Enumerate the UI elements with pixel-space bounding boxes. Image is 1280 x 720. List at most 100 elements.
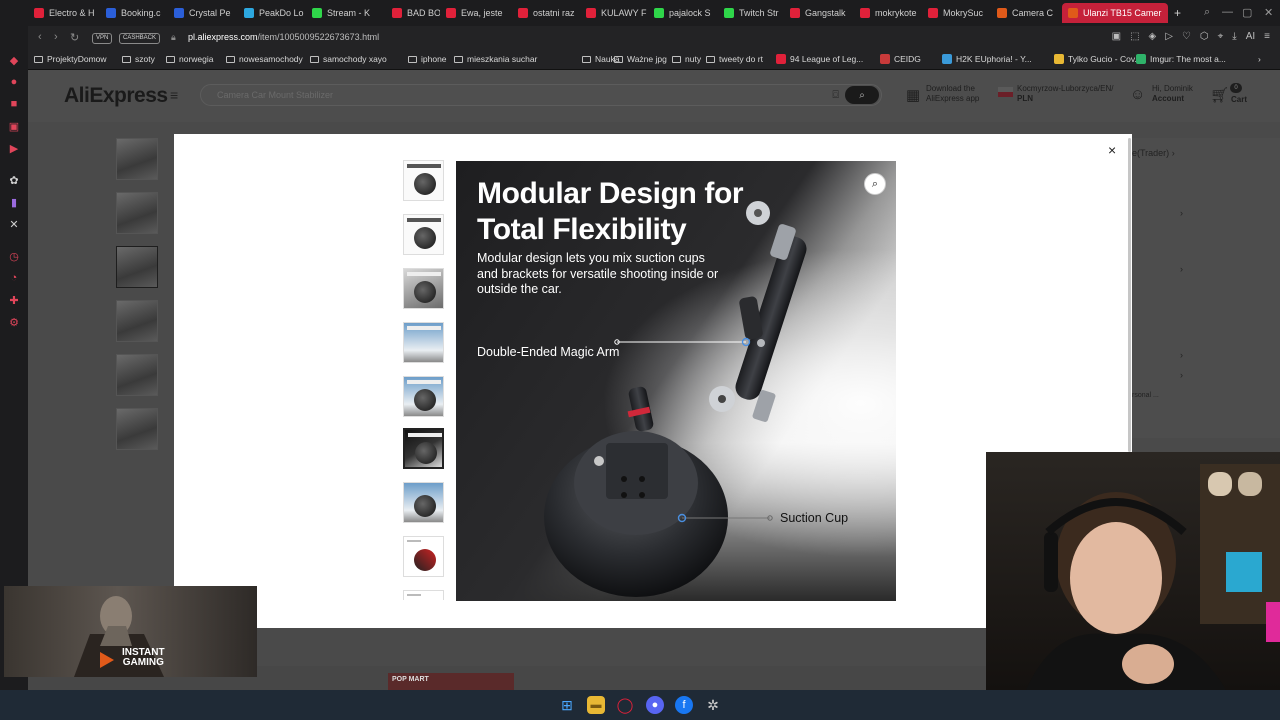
close-window-icon[interactable]: ✕ xyxy=(1264,6,1273,19)
bookmark-item[interactable]: Tylko Gucio - Cov... xyxy=(1054,54,1142,64)
bookmark-item[interactable]: tweety do rt xyxy=(706,54,763,64)
bookmark-item[interactable]: samochody xayo xyxy=(310,54,387,64)
gallery-thumb[interactable] xyxy=(116,354,158,396)
twitch-icon[interactable]: ▮ xyxy=(6,194,22,210)
categories-menu-icon[interactable]: ≡ xyxy=(170,87,178,103)
search-input[interactable]: Camera Car Mount Stabilizer ⌼ ⌕ xyxy=(200,84,882,106)
gallery-thumb[interactable] xyxy=(116,192,158,234)
screenshot-icon[interactable]: ⬚ xyxy=(1130,31,1139,42)
clock-icon[interactable]: ◔ xyxy=(6,270,22,286)
extensions-icon[interactable]: ✚ xyxy=(6,292,22,308)
chatgpt-icon[interactable]: ✿ xyxy=(6,172,22,188)
bookmarks-more-icon[interactable]: › xyxy=(1258,54,1261,64)
shield-icon[interactable]: ◈ xyxy=(1149,31,1157,42)
modal-thumb[interactable] xyxy=(403,322,444,363)
chevron-right-icon[interactable]: › xyxy=(1180,350,1183,360)
menu-icon[interactable]: ≡ xyxy=(1264,31,1270,42)
modal-thumb[interactable] xyxy=(403,268,444,309)
pin-icon[interactable]: ⌖ xyxy=(1218,31,1224,42)
url-field[interactable]: pl.aliexpress.com/item/1005009522673673.… xyxy=(188,32,379,42)
minimize-icon[interactable]: — xyxy=(1222,6,1233,18)
store-link[interactable]: e(Trader) › xyxy=(1132,148,1175,158)
modal-thumb[interactable] xyxy=(403,214,444,255)
cashback-badge[interactable]: CASHBACK xyxy=(119,33,161,44)
heart-icon[interactable]: ♡ xyxy=(1182,31,1191,42)
bookmark-item[interactable]: nuty xyxy=(672,54,701,64)
download-icon[interactable]: ⤓ xyxy=(1232,31,1236,42)
forward-icon[interactable]: › xyxy=(54,31,58,43)
tab[interactable]: Ewa, jeste xyxy=(440,3,512,23)
messenger-taskbar-icon[interactable]: f xyxy=(675,696,693,714)
product-main-image[interactable]: Modular Design for Total Flexibility Mod… xyxy=(456,161,896,601)
bookmark-item[interactable]: iphone xyxy=(408,54,447,64)
download-app-link[interactable]: Download the AliExpress app xyxy=(926,84,979,104)
gallery-thumb[interactable] xyxy=(116,300,158,342)
cart-icon[interactable]: 🛒︎ xyxy=(1210,86,1229,104)
ai-icon[interactable]: AI xyxy=(1246,31,1255,42)
tab[interactable]: pajalock S xyxy=(648,3,718,23)
tab[interactable]: PeakDo Lo xyxy=(238,3,306,23)
capture-icon[interactable]: ▣ xyxy=(1112,31,1121,42)
x-icon[interactable]: ✕ xyxy=(6,216,22,232)
windows-start-icon[interactable]: ⊞ xyxy=(558,696,576,714)
bookmark-item[interactable]: nowesamochody xyxy=(226,54,303,64)
gallery-thumb[interactable] xyxy=(116,246,158,288)
play-icon[interactable]: ▷ xyxy=(1165,31,1173,42)
bookmark-item[interactable]: 94 League of Leg... xyxy=(776,54,863,64)
bookmark-item[interactable]: H2K EUphoria! - Y... xyxy=(942,54,1032,64)
cart-text[interactable]: Cart xyxy=(1231,95,1247,105)
chevron-right-icon[interactable]: › xyxy=(1180,208,1183,218)
bookmark-item[interactable]: Ważne jpg xyxy=(614,54,667,64)
tab[interactable]: Twitch Str xyxy=(718,3,784,23)
modal-thumb[interactable] xyxy=(403,590,444,600)
tab[interactable]: Electro & H xyxy=(28,3,100,23)
tab[interactable]: MokrySuc xyxy=(922,3,991,23)
bookmark-item[interactable]: szoty xyxy=(122,54,155,64)
search-button[interactable]: ⌕ xyxy=(845,86,879,104)
back-icon[interactable]: ‹ xyxy=(38,31,42,43)
popmart-banner[interactable]: POP MART xyxy=(388,673,514,690)
zoom-icon[interactable]: ⌕ xyxy=(864,173,886,195)
user-icon[interactable]: ☺ xyxy=(1130,86,1145,103)
gallery-thumb[interactable] xyxy=(116,138,158,180)
discord-icon[interactable]: ● xyxy=(646,696,664,714)
tab[interactable]: ostatni raz xyxy=(512,3,580,23)
tab[interactable]: KULAWY F xyxy=(580,3,648,23)
tab[interactable]: Gangstalk xyxy=(784,3,854,23)
chrome-icon[interactable]: ✲ xyxy=(704,696,722,714)
bookmark-item[interactable]: Imgur: The most a... xyxy=(1136,54,1226,64)
file-explorer-icon[interactable]: ▬ xyxy=(587,696,605,714)
tab[interactable]: BAD BOY xyxy=(386,3,440,23)
tab[interactable]: Camera C xyxy=(991,3,1062,23)
qr-app-icon[interactable]: ▦ xyxy=(906,86,920,104)
image-search-icon[interactable]: ⌼ xyxy=(832,89,839,102)
modal-thumb[interactable] xyxy=(403,376,444,417)
tab[interactable]: Stream - K xyxy=(306,3,386,23)
account-link[interactable]: Hi, Dominik Account xyxy=(1152,84,1193,104)
maximize-icon[interactable]: ▢ xyxy=(1242,6,1252,19)
lock-icon[interactable]: 🔒︎ xyxy=(171,32,176,43)
modal-thumb[interactable] xyxy=(403,482,444,523)
chevron-right-icon[interactable]: › xyxy=(1180,370,1183,380)
bookmark-item[interactable]: CEIDG xyxy=(880,54,921,64)
ship-to-selector[interactable]: Kocmyrzow-Luborzyca/EN/ PLN xyxy=(1017,84,1113,104)
new-tab-button[interactable]: + xyxy=(1168,3,1187,23)
tab[interactable]: Booking.c xyxy=(100,3,168,23)
bookmark-item[interactable]: mieszkania suchar xyxy=(454,54,537,64)
bookmark-item[interactable]: norwegia xyxy=(166,54,214,64)
tab[interactable]: Crystal Pe xyxy=(168,3,238,23)
messenger-icon[interactable]: ● xyxy=(6,74,22,90)
modal-thumb[interactable] xyxy=(403,536,444,577)
vpn-badge[interactable]: VPN xyxy=(92,33,113,44)
modal-scrollbar[interactable] xyxy=(1128,138,1131,452)
close-icon[interactable]: × xyxy=(1108,142,1116,158)
chevron-right-icon[interactable]: › xyxy=(1180,264,1183,274)
modal-thumb[interactable] xyxy=(403,160,444,201)
bookmarks-icon[interactable]: ■ xyxy=(6,96,22,112)
bookmark-item[interactable]: ProjektyDomow xyxy=(34,54,107,64)
news-icon[interactable]: ▣ xyxy=(6,118,22,134)
opera-icon[interactable]: ◯ xyxy=(616,696,634,714)
history-icon[interactable]: ◷ xyxy=(6,248,22,264)
aria-icon[interactable]: ◆ xyxy=(6,52,22,68)
cube-icon[interactable]: ⬡ xyxy=(1200,31,1209,42)
